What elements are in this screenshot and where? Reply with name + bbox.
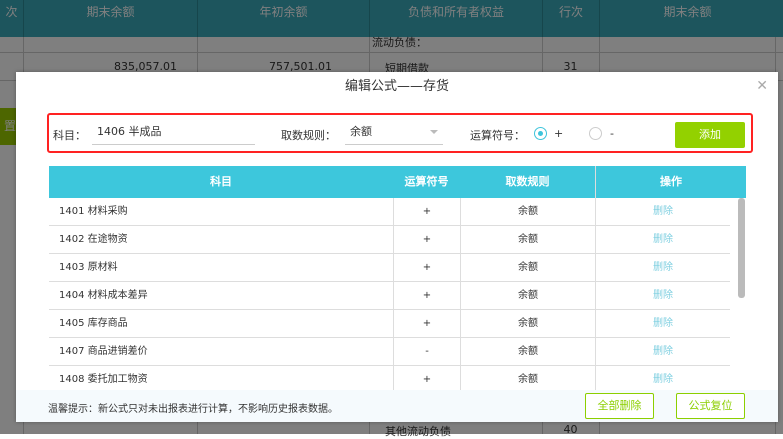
- delete-row-link[interactable]: 删除: [653, 262, 673, 273]
- cell-action: 删除: [595, 254, 730, 281]
- cell-operator: +: [393, 282, 460, 309]
- cell-operator: -: [393, 338, 460, 365]
- table-row: 1404 材料成本差异 + 余额 删除: [49, 282, 730, 310]
- dialog-footer: 温馨提示：新公式只对未出报表进行计算，不影响历史报表数据。 全部删除 公式复位: [16, 390, 778, 422]
- table-header: 科目 运算符号 取数规则 操作: [49, 166, 746, 198]
- add-button[interactable]: 添加: [675, 122, 745, 148]
- chevron-down-icon: [430, 130, 438, 134]
- table-row: 1403 原材料 + 余额 删除: [49, 254, 730, 282]
- cell-operator: +: [393, 198, 460, 225]
- table-row: 1408 委托加工物资 + 余额 删除: [49, 366, 730, 390]
- cell-operator: +: [393, 254, 460, 281]
- table-row: 1407 商品进销差价 - 余额 删除: [49, 338, 730, 366]
- rule-label: 取数规则：: [281, 129, 336, 142]
- header-rule: 取数规则: [505, 175, 550, 188]
- subject-input[interactable]: 1406 半成品: [92, 121, 255, 145]
- cell-action: 删除: [595, 226, 730, 253]
- delete-row-link[interactable]: 删除: [653, 346, 673, 357]
- cell-subject: 1407 商品进销差价: [59, 346, 148, 357]
- cell-action: 删除: [595, 338, 730, 365]
- header-operator: 运算符号: [404, 175, 449, 188]
- close-icon[interactable]: ✕: [756, 78, 768, 94]
- operator-radio-plus[interactable]: [534, 127, 547, 140]
- cell-operator: +: [393, 226, 460, 253]
- delete-row-link[interactable]: 删除: [653, 374, 673, 385]
- cell-rule: 余额: [460, 310, 595, 337]
- rule-select[interactable]: 余额: [345, 121, 443, 145]
- operator-label: 运算符号：: [470, 129, 525, 142]
- header-subject: 科目: [210, 175, 232, 188]
- header-action: 操作: [595, 166, 746, 198]
- cell-rule: 余额: [460, 254, 595, 281]
- delete-row-link[interactable]: 删除: [653, 234, 673, 245]
- cell-rule: 余额: [460, 198, 595, 225]
- formula-table: 科目 运算符号 取数规则 操作 1401 材料采购 + 余额 删除 1402 在途…: [49, 166, 746, 390]
- cell-subject: 1402 在途物资: [59, 234, 128, 245]
- cell-subject: 1408 委托加工物资: [59, 374, 148, 385]
- cell-rule: 余额: [460, 226, 595, 253]
- cell-subject: 1403 原材料: [59, 262, 118, 273]
- formula-input-form: 科目： 1406 半成品 取数规则： 余额 运算符号： + - 添加: [47, 113, 753, 153]
- delete-row-link[interactable]: 删除: [653, 318, 673, 329]
- table-row: 1402 在途物资 + 余额 删除: [49, 226, 730, 254]
- cell-rule: 余额: [460, 366, 595, 390]
- table-scrollbar[interactable]: [738, 198, 745, 298]
- table-row: 1401 材料采购 + 余额 删除: [49, 198, 730, 226]
- cell-operator: +: [393, 310, 460, 337]
- delete-all-button[interactable]: 全部删除: [585, 393, 654, 419]
- cell-operator: +: [393, 366, 460, 390]
- operator-minus-label: -: [610, 127, 614, 140]
- subject-label: 科目：: [53, 129, 86, 142]
- edit-formula-dialog: 编辑公式——存货 ✕ 科目： 1406 半成品 取数规则： 余额 运算符号： +…: [16, 72, 778, 422]
- operator-radio-minus[interactable]: [589, 127, 602, 140]
- cell-subject: 1404 材料成本差异: [59, 290, 148, 301]
- rule-select-value: 余额: [350, 125, 372, 138]
- reset-formula-button[interactable]: 公式复位: [676, 393, 745, 419]
- operator-plus-label: +: [554, 127, 564, 140]
- cell-rule: 余额: [460, 338, 595, 365]
- cell-subject: 1401 材料采购: [59, 206, 128, 217]
- table-row: 1405 库存商品 + 余额 删除: [49, 310, 730, 338]
- cell-subject: 1405 库存商品: [59, 318, 128, 329]
- cell-rule: 余额: [460, 282, 595, 309]
- cell-action: 删除: [595, 282, 730, 309]
- delete-row-link[interactable]: 删除: [653, 290, 673, 301]
- delete-row-link[interactable]: 删除: [653, 206, 673, 217]
- cell-action: 删除: [595, 310, 730, 337]
- cell-action: 删除: [595, 198, 730, 225]
- dialog-title: 编辑公式——存货: [344, 79, 449, 94]
- cell-action: 删除: [595, 366, 730, 390]
- warning-tip: 温馨提示：新公式只对未出报表进行计算，不影响历史报表数据。: [48, 404, 338, 415]
